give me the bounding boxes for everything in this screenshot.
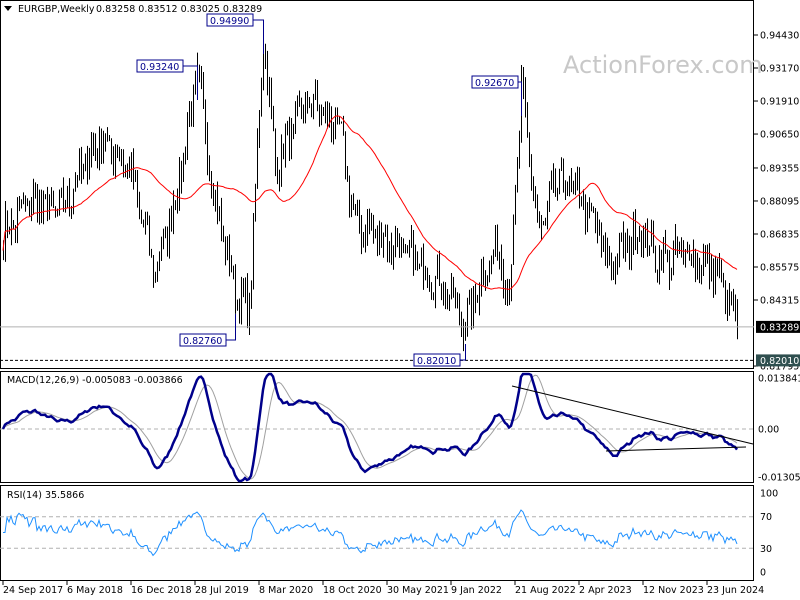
macd-upper-trendline xyxy=(511,385,754,445)
price-tick-label: 0.86835 xyxy=(760,229,799,240)
triangle-down-icon[interactable] xyxy=(4,6,12,11)
annotation-label: 0.82010 xyxy=(417,356,456,367)
date-tick-label: 16 Dec 2018 xyxy=(131,585,192,596)
date-tick-label: 23 Jun 2024 xyxy=(707,585,764,596)
rsi-tick-label: 0 xyxy=(760,568,766,579)
price-tick-label: 0.90650 xyxy=(760,130,799,141)
rsi-tick-label: 30 xyxy=(760,544,772,555)
macd-title: MACD(12,26,9) -0.005083 -0.003866 xyxy=(7,375,183,386)
date-tick-label: 30 May 2021 xyxy=(387,585,449,596)
annotation-leader xyxy=(518,81,522,116)
annotation-label: 0.94990 xyxy=(210,16,249,27)
ohlc-readout: 0.83258 0.83512 0.83025 0.83289 xyxy=(96,4,262,15)
rsi-title: RSI(14) 35.5866 xyxy=(7,490,84,501)
price-tick-label: 0.85575 xyxy=(760,263,799,274)
price-tick-label: 0.94430 xyxy=(760,31,799,42)
macd-tick-label: 0.013841 xyxy=(758,374,800,385)
watermark: ActionForex.com xyxy=(563,51,763,79)
date-tick-label: 28 Jul 2019 xyxy=(195,585,249,596)
date-tick-label: 24 Sep 2017 xyxy=(3,585,63,596)
annotation-label: 0.82760 xyxy=(183,336,222,347)
date-tick-label: 18 Oct 2020 xyxy=(323,585,382,596)
date-tick-label: 21 Aug 2022 xyxy=(515,585,576,596)
annotation-leader xyxy=(253,19,264,54)
annotation-leader xyxy=(460,344,466,361)
price-tick-label: 0.91910 xyxy=(760,97,799,108)
date-tick-label: 9 Jan 2022 xyxy=(451,585,502,596)
annotation-label: 0.92670 xyxy=(475,78,514,89)
macd-signal-line xyxy=(2,374,738,480)
date-tick-label: 12 Nov 2023 xyxy=(643,585,704,596)
date-tick-label: 2 Apr 2023 xyxy=(579,585,632,596)
panel-frames xyxy=(0,0,754,581)
date-tick-label: 6 May 2018 xyxy=(67,585,123,596)
current-price-label: 0.83289 xyxy=(760,322,799,333)
chart-canvas: ActionForex.com 0.94430 0.93170 0.91910 0.9… xyxy=(0,0,800,596)
macd-lower-trendline xyxy=(605,446,747,452)
support-price-label: 0.82010 xyxy=(760,356,799,367)
rsi-tick-label: 100 xyxy=(760,489,778,500)
date-tick-label: 8 Mar 2020 xyxy=(259,585,313,596)
macd-tick-label: -0.013052 xyxy=(758,473,800,484)
annotation-label: 0.93240 xyxy=(140,62,179,73)
price-tick-label: 0.89355 xyxy=(760,163,799,174)
macd-line xyxy=(1,372,739,483)
price-tick-label: 0.93170 xyxy=(760,64,799,75)
moving-average-line xyxy=(2,115,738,290)
chart-title: EURGBP,Weekly xyxy=(18,4,95,15)
price-tick-label: 0.84315 xyxy=(760,296,799,307)
macd-tick-label: 0.00 xyxy=(758,425,779,436)
price-tick-label: 0.88095 xyxy=(760,196,799,207)
rsi-tick-label: 70 xyxy=(760,512,772,523)
